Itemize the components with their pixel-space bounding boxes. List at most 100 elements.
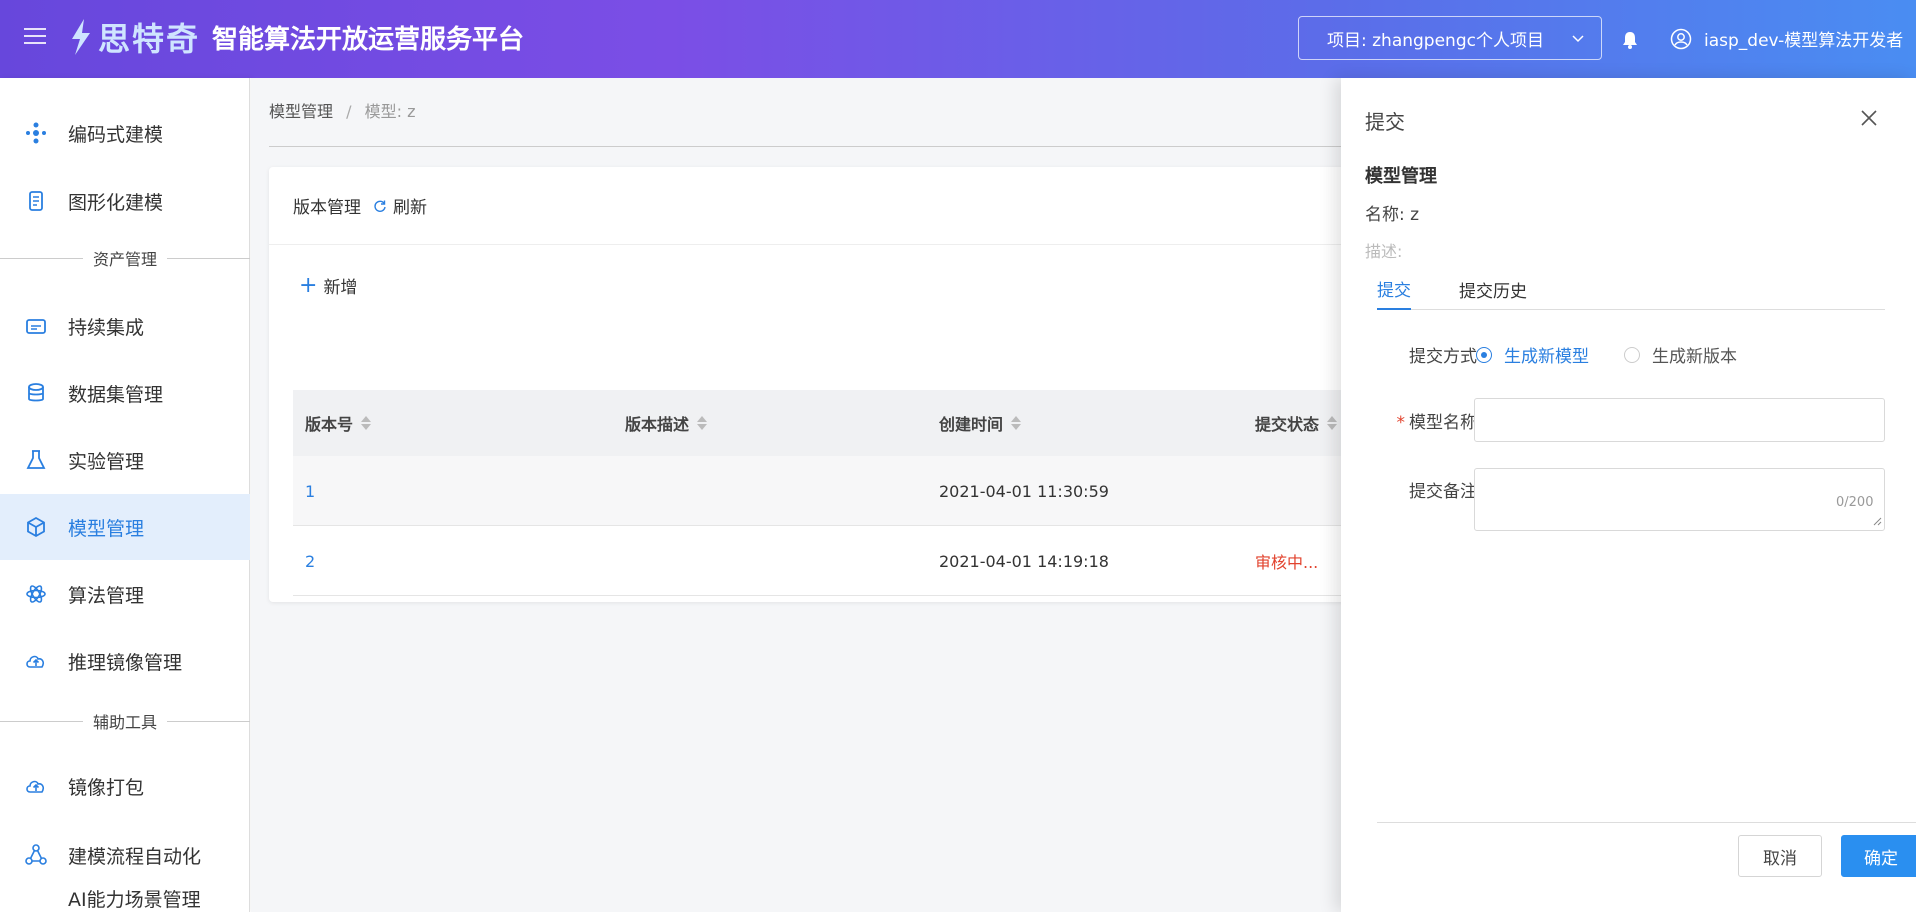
sidebar-item-label: 图形化建模 <box>68 191 164 214</box>
remark-char-count: 0/200 <box>1836 495 1874 510</box>
sort-icon <box>361 416 372 430</box>
logo: 思特奇 智能算法开放运营服务平台 <box>66 14 524 60</box>
top-header: 思特奇 智能算法开放运营服务平台 项目: zhangpengc个人项目 iasp… <box>0 0 1916 78</box>
column-header-status[interactable]: 提交状态 <box>1255 390 1338 456</box>
user-name: iasp_dev-模型算法开发者 <box>1704 31 1904 51</box>
sidebar-item-label: 持续集成 <box>68 316 145 339</box>
project-select[interactable]: 项目: zhangpengc个人项目 <box>1298 16 1602 60</box>
platform-title: 智能算法开放运营服务平台 <box>212 24 525 55</box>
sidebar: 编码式建模 图形化建模 资产管理 持续集成 数据集管理 实验管理 模型管理 算法… <box>0 78 250 912</box>
created-time: 2021-04-01 14:19:18 <box>939 551 1109 571</box>
cancel-button[interactable]: 取消 <box>1738 835 1822 877</box>
model-name-input[interactable] <box>1474 398 1885 442</box>
sidebar-item-experiment[interactable]: 实验管理 <box>0 427 250 493</box>
group-label-assets: 资产管理 <box>0 248 250 269</box>
breadcrumb-root[interactable]: 模型管理 <box>269 102 333 121</box>
created-time: 2021-04-01 11:30:59 <box>939 481 1109 501</box>
sidebar-item-image-pack[interactable]: 镜像打包 <box>0 753 250 819</box>
submit-drawer: 提交 模型管理 名称: z 描述: 提交 提交历史 提交方式 生成新模型 生成新… <box>1341 78 1916 912</box>
column-header-description[interactable]: 版本描述 <box>625 390 708 456</box>
remark-label: 提交备注 <box>1409 482 1477 502</box>
brand-name: 思特奇 <box>98 20 201 58</box>
flask-icon <box>26 450 46 469</box>
group-label-text: 资产管理 <box>93 250 158 269</box>
workflow-icon <box>25 844 47 865</box>
column-header-version[interactable]: 版本号 <box>305 390 372 456</box>
model-name-label-text: 模型名称 <box>1409 413 1477 433</box>
sidebar-item-label: 算法管理 <box>68 584 145 607</box>
group-label-tools: 辅助工具 <box>0 711 250 732</box>
sidebar-item-algorithm[interactable]: 算法管理 <box>0 561 250 627</box>
column-header-label: 版本描述 <box>625 415 690 434</box>
sort-icon <box>1011 416 1022 430</box>
sidebar-item-inference-image[interactable]: 推理镜像管理 <box>0 628 250 694</box>
radio-label: 生成新版本 <box>1652 347 1737 367</box>
sidebar-item-label: 建模流程自动化 <box>68 845 202 868</box>
version-link[interactable]: 1 <box>305 456 315 526</box>
drawer-title: 提交 <box>1365 110 1405 134</box>
close-icon[interactable] <box>1859 108 1879 128</box>
add-version-button[interactable]: + 新增 <box>299 273 357 298</box>
radio-label: 生成新模型 <box>1504 347 1589 367</box>
sidebar-item-dataset[interactable]: 数据集管理 <box>0 360 250 426</box>
cube-icon <box>27 516 45 538</box>
tab-submit[interactable]: 提交 <box>1377 268 1411 310</box>
user-menu[interactable]: iasp_dev-模型算法开发者 <box>1670 26 1903 51</box>
ci-icon <box>26 319 46 334</box>
breadcrumb-divider <box>269 146 1469 147</box>
radio-new-version[interactable]: 生成新版本 <box>1624 342 1737 367</box>
sort-icon <box>1327 416 1338 430</box>
sidebar-item-coding-model[interactable]: 编码式建模 <box>0 100 250 166</box>
sort-icon <box>697 416 708 430</box>
group-label-text: 辅助工具 <box>93 713 158 732</box>
sidebar-item-label: 实验管理 <box>68 450 145 473</box>
required-mark: * <box>1396 413 1406 433</box>
sidebar-item-label: AI能力场景管理 <box>68 889 201 911</box>
add-label: 新增 <box>323 278 358 298</box>
bolt-logo-icon <box>72 19 90 55</box>
tab-submit-history[interactable]: 提交历史 <box>1459 268 1527 310</box>
bell-icon[interactable] <box>1620 30 1640 50</box>
graphic-model-icon <box>29 191 43 211</box>
sidebar-item-label: 编码式建模 <box>68 123 164 146</box>
radio-dot <box>1624 346 1640 363</box>
confirm-button[interactable]: 确定 <box>1841 835 1916 877</box>
refresh-label: 刷新 <box>393 198 427 218</box>
sidebar-item-label: 模型管理 <box>68 517 145 540</box>
version-link[interactable]: 2 <box>305 526 315 596</box>
database-icon <box>28 383 44 402</box>
sidebar-item-ci[interactable]: 持续集成 <box>0 293 250 359</box>
model-name-info: 名称: z <box>1365 205 1420 225</box>
resize-handle-icon[interactable] <box>1872 516 1882 526</box>
cloud-pack-icon <box>26 780 45 793</box>
refresh-icon <box>374 200 386 212</box>
cloud-image-icon <box>26 655 45 668</box>
coding-model-icon <box>26 122 46 144</box>
project-select-value: 项目: zhangpengc个人项目 <box>1327 30 1544 51</box>
user-avatar-icon <box>1670 28 1692 49</box>
radio-dot <box>1476 346 1492 363</box>
column-header-label: 创建时间 <box>939 415 1004 434</box>
column-header-created[interactable]: 创建时间 <box>939 390 1022 456</box>
remark-textarea[interactable] <box>1474 468 1885 531</box>
sidebar-item-model[interactable]: 模型管理 <box>0 494 250 560</box>
drawer-footer-divider <box>1377 822 1916 823</box>
radio-new-model[interactable]: 生成新模型 <box>1476 342 1589 367</box>
atom-icon <box>26 585 46 603</box>
sidebar-item-scene[interactable]: AI能力场景管理 <box>0 886 250 912</box>
breadcrumb-current: 模型: z <box>364 102 416 121</box>
sidebar-item-label: 数据集管理 <box>68 383 164 406</box>
sidebar-item-workflow[interactable]: 建模流程自动化 <box>0 822 250 888</box>
column-header-label: 提交状态 <box>1255 415 1320 434</box>
sidebar-item-label: 镜像打包 <box>68 776 145 799</box>
card-title: 版本管理 <box>293 198 361 218</box>
drawer-tabs: 提交 提交历史 <box>1377 268 1885 310</box>
submit-mode-label: 提交方式 <box>1409 347 1477 367</box>
sidebar-item-graphic-model[interactable]: 图形化建模 <box>0 168 250 234</box>
chevron-down-icon <box>1572 35 1584 43</box>
refresh-button[interactable]: 刷新 <box>373 193 427 218</box>
breadcrumb: 模型管理 / 模型: z <box>269 98 415 122</box>
breadcrumb-separator: / <box>346 102 352 121</box>
menu-toggle-icon[interactable] <box>24 28 46 50</box>
model-desc-info: 描述: <box>1365 242 1403 261</box>
